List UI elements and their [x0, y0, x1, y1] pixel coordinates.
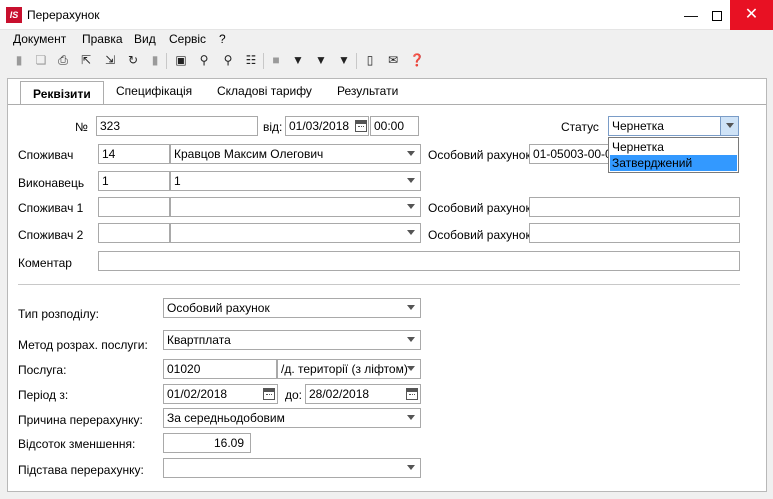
chevron-down-icon[interactable] — [407, 366, 415, 371]
maximize-icon[interactable] — [702, 0, 732, 30]
basis-select[interactable] — [163, 458, 421, 478]
comment-input[interactable] — [98, 251, 740, 271]
service-label: Послуга: — [18, 363, 67, 377]
tab-strip: Реквізити Специфікація Складові тарифу Р… — [8, 79, 766, 105]
reason-label: Причина перерахунку: — [18, 413, 143, 427]
consumer1-code-input[interactable] — [98, 197, 170, 217]
number-input[interactable]: 323 — [96, 116, 258, 136]
tab-requisites[interactable]: Реквізити — [20, 81, 104, 105]
reduction-input[interactable]: 16.09 — [163, 433, 251, 453]
consumer2-label: Споживач 2 — [18, 228, 84, 242]
personal-account2-label: Особовий рахунок — [428, 228, 531, 242]
period-to-input[interactable]: 28/02/2018 — [305, 384, 421, 404]
service-name-select[interactable]: /д. території (з ліфтом) — [277, 359, 421, 379]
menu-document[interactable]: Документ — [13, 32, 66, 46]
copy-icon[interactable]: ❏ — [33, 52, 49, 68]
save-icon[interactable]: ▣ — [173, 52, 189, 68]
time-input[interactable]: 00:00 — [370, 116, 419, 136]
main-panel: Реквізити Специфікація Складові тарифу Р… — [7, 78, 767, 492]
personal-account-label: Особовий рахунок — [428, 148, 531, 162]
personal-account-input[interactable]: 01-05003-00-01 — [529, 144, 609, 164]
consumer2-code-input[interactable] — [98, 223, 170, 243]
tab-specification[interactable]: Специфікація — [116, 84, 192, 102]
status-option-draft[interactable]: Чернетка — [610, 139, 737, 155]
print-icon[interactable]: ⎙ — [55, 52, 71, 68]
export-icon[interactable]: ⇱ — [78, 52, 94, 68]
distribution-select[interactable]: Особовий рахунок — [163, 298, 421, 318]
find-next-icon[interactable]: ⚲ — [220, 52, 236, 68]
chevron-down-icon — [726, 123, 734, 128]
consumer-label: Споживач — [18, 148, 74, 162]
window-title: Перерахунок — [27, 8, 100, 22]
close-icon[interactable]: ✕ — [730, 0, 773, 30]
comment-label: Коментар — [18, 256, 72, 270]
filter-clear-icon[interactable]: ▼ — [336, 52, 352, 68]
personal-account2-input[interactable] — [529, 223, 740, 243]
calendar-icon[interactable] — [355, 120, 367, 132]
status-label: Статус — [561, 120, 599, 134]
filter-set-icon[interactable]: ▼ — [313, 52, 329, 68]
tab-results[interactable]: Результати — [337, 84, 398, 102]
executor-code-input[interactable]: 1 — [98, 171, 170, 191]
reduction-label: Відсоток зменшення: — [18, 437, 136, 451]
consumer2-name-select[interactable] — [170, 223, 421, 243]
delete-icon[interactable]: ▮ — [147, 52, 163, 68]
help-icon[interactable]: ❓ — [409, 52, 425, 68]
consumer-name-select[interactable]: Кравцов Максим Олегович — [170, 144, 421, 164]
app-logo-icon: IS — [6, 7, 22, 23]
date-label: від: — [263, 120, 283, 134]
number-label: № — [75, 120, 88, 134]
calendar-icon[interactable] — [263, 388, 275, 400]
menu-help[interactable]: ? — [219, 32, 226, 46]
executor-label: Виконавець — [18, 176, 85, 190]
refresh-icon[interactable]: ↻ — [125, 52, 141, 68]
filter-icon[interactable]: ▼ — [290, 52, 306, 68]
personal-account1-input[interactable] — [529, 197, 740, 217]
tab-tariff-components[interactable]: Складові тарифу — [217, 84, 312, 102]
status-dropdown-button[interactable] — [720, 117, 738, 135]
executor-name-select[interactable]: 1 — [170, 171, 421, 191]
calc-method-select[interactable]: Квартплата — [163, 330, 421, 350]
consumer-code-input[interactable]: 14 — [98, 144, 170, 164]
status-dropdown-list: Чернетка Затверджений — [608, 137, 739, 173]
menu-service[interactable]: Сервіс — [169, 32, 206, 46]
menu-view[interactable]: Вид — [134, 32, 156, 46]
period-to-label: до: — [285, 388, 303, 402]
mail-icon[interactable]: ✉ — [385, 52, 401, 68]
chevron-down-icon[interactable] — [407, 230, 415, 235]
consumer1-label: Споживач 1 — [18, 201, 84, 215]
stop-icon[interactable]: ■ — [268, 52, 284, 68]
chevron-down-icon[interactable] — [407, 415, 415, 420]
calc-method-label: Метод розрах. послуги: — [18, 338, 148, 352]
tree-icon[interactable]: ☷ — [243, 52, 259, 68]
divider — [18, 284, 740, 285]
distribution-label: Тип розподілу: — [18, 307, 99, 321]
basis-label: Підстава перерахунку: — [18, 463, 144, 477]
title-bar: IS Перерахунок — ✕ — [0, 0, 773, 30]
status-option-approved[interactable]: Затверджений — [610, 155, 737, 171]
import-icon[interactable]: ⇲ — [102, 52, 118, 68]
personal-account1-label: Особовий рахунок — [428, 201, 531, 215]
chevron-down-icon[interactable] — [407, 305, 415, 310]
find-icon[interactable]: ⚲ — [196, 52, 212, 68]
reason-select[interactable]: За середньодобовим — [163, 408, 421, 428]
period-from-input[interactable]: 01/02/2018 — [163, 384, 278, 404]
consumer1-name-select[interactable] — [170, 197, 421, 217]
period-label: Період з: — [18, 388, 69, 402]
toolbar: ▮ ❏ ⎙ ⇱ ⇲ ↻ ▮ ▣ ⚲ ⚲ ☷ ■ ▼ ▼ ▼ ▯ ✉ ❓ — [0, 48, 773, 74]
service-code-input[interactable]: 01020 — [163, 359, 277, 379]
menu-edit[interactable]: Правка — [82, 32, 123, 46]
chevron-down-icon[interactable] — [407, 465, 415, 470]
chevron-down-icon[interactable] — [407, 337, 415, 342]
chevron-down-icon[interactable] — [407, 204, 415, 209]
chevron-down-icon[interactable] — [407, 151, 415, 156]
calendar-icon[interactable] — [406, 388, 418, 400]
document-icon[interactable]: ▯ — [362, 52, 378, 68]
chevron-down-icon[interactable] — [407, 178, 415, 183]
menu-bar: Документ Правка Вид Сервіс ? — [0, 30, 773, 48]
add-icon[interactable]: ▮ — [11, 52, 27, 68]
